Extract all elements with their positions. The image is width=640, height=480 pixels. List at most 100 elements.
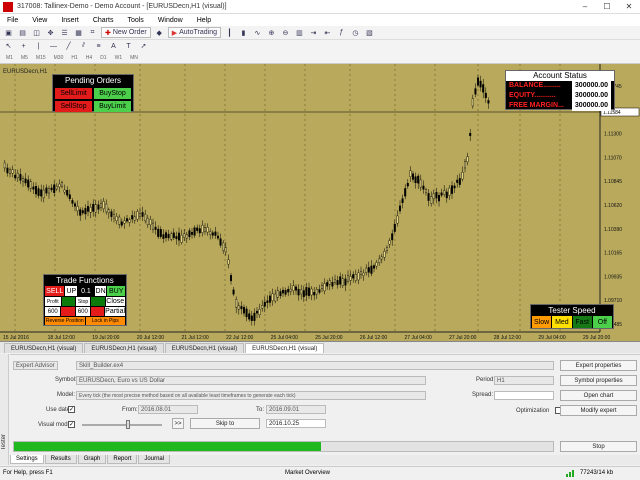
menu-help[interactable]: Help [190, 17, 218, 24]
timeframe-m5[interactable]: M5 [18, 55, 31, 61]
tab-graph[interactable]: Graph [77, 455, 107, 464]
skip-to-button[interactable]: Skip to [190, 418, 260, 429]
price-chart[interactable]: 1.117451.115251.113001.110701.108451.106… [0, 64, 640, 342]
expert-select[interactable]: Skill_Builder.ex4 [76, 361, 554, 370]
zoom-in-icon[interactable]: ⊕ [266, 27, 277, 38]
period-select[interactable]: H1 [494, 376, 554, 385]
menu-tools[interactable]: Tools [120, 17, 150, 24]
visual-speed-slider-thumb[interactable] [126, 420, 130, 429]
market-overview-status[interactable]: Market Overview [285, 470, 330, 476]
chart-tab-1[interactable]: EURUSDecn,H1 (visual) [4, 343, 84, 353]
tester-icon[interactable]: ⌗ [87, 27, 98, 38]
maximize-button[interactable]: ☐ [596, 0, 618, 14]
trendline-icon[interactable]: ╱ [63, 41, 74, 52]
speed-med-button[interactable]: Med [552, 316, 572, 328]
candle-chart-icon[interactable]: ▮ [238, 27, 249, 38]
menu-charts[interactable]: Charts [86, 17, 121, 24]
symbol-select[interactable]: EURUSDecn, Euro vs US Dollar [76, 376, 426, 385]
indicators-icon[interactable]: ƒ [336, 27, 347, 38]
lot-up-button[interactable]: UP [65, 286, 78, 296]
profit-up-button[interactable] [61, 297, 76, 306]
horizontal-line-icon[interactable]: — [48, 41, 59, 52]
vertical-line-icon[interactable]: | [33, 41, 44, 52]
use-date-checkbox[interactable]: ✓ [68, 406, 75, 413]
stop-button[interactable]: Stop [560, 441, 637, 452]
pause-button[interactable]: >> [172, 418, 184, 429]
expert-properties-button[interactable]: Expert properties [560, 360, 637, 371]
chart-tab-2[interactable]: EURUSDecn,H1 (visual) [84, 343, 164, 353]
menu-view[interactable]: View [25, 17, 54, 24]
periods-icon[interactable]: ◷ [350, 27, 361, 38]
lot-down-button[interactable]: DN [94, 286, 107, 296]
symbol-properties-button[interactable]: Symbol properties [560, 375, 637, 386]
label-icon[interactable]: T [123, 41, 134, 52]
crosshair-icon[interactable]: + [18, 41, 29, 52]
timeframe-m1[interactable]: M1 [3, 55, 16, 61]
buy-stop-button[interactable]: BuyStop [94, 88, 131, 99]
timeframe-mn[interactable]: MN [127, 55, 141, 61]
profit-value[interactable]: 600 [45, 307, 61, 316]
timeframe-m15[interactable]: M15 [33, 55, 49, 61]
new-chart-icon[interactable]: ▣ [3, 27, 14, 38]
speed-off-button[interactable]: Off [592, 316, 612, 328]
fibonacci-icon[interactable]: ≡ [93, 41, 104, 52]
stop-down-button[interactable] [90, 307, 105, 316]
close-button[interactable]: ✕ [618, 0, 640, 14]
timeframe-w1[interactable]: W1 [112, 55, 126, 61]
tab-journal[interactable]: Journal [138, 455, 171, 464]
profiles-icon[interactable]: ▤ [17, 27, 28, 38]
chart-tab-4[interactable]: EURUSDecn,H1 (visual) [245, 343, 325, 353]
menu-insert[interactable]: Insert [54, 17, 86, 24]
menu-file[interactable]: File [0, 17, 25, 24]
sell-limit-button[interactable]: SellLimit [55, 88, 92, 99]
speed-slow-button[interactable]: Slow [532, 316, 552, 328]
sell-button[interactable]: SELL [45, 286, 65, 296]
minimize-button[interactable]: – [574, 0, 596, 14]
channel-icon[interactable]: ⫽ [78, 41, 89, 52]
spread-input[interactable] [494, 391, 554, 400]
tester-mode-select[interactable]: Expert Advisor [13, 361, 58, 370]
close-button-trade[interactable]: Close [105, 297, 125, 306]
buy-limit-button[interactable]: BuyLimit [94, 101, 131, 112]
timeframe-m30[interactable]: M30 [51, 55, 67, 61]
reverse-position-button[interactable]: Reverse Position [45, 317, 85, 325]
chart-shift-icon[interactable]: ⇤ [322, 27, 333, 38]
tab-report[interactable]: Report [107, 455, 138, 464]
metaeditor-icon[interactable]: ◆ [154, 27, 165, 38]
line-chart-icon[interactable]: ∿ [252, 27, 263, 38]
data-window-icon[interactable]: ✥ [45, 27, 56, 38]
visual-mode-checkbox[interactable]: ✓ [68, 421, 75, 428]
sell-stop-button[interactable]: SellStop [55, 101, 92, 112]
new-order-button[interactable]: ✚ New Order [101, 27, 151, 38]
visual-speed-slider[interactable] [82, 424, 162, 426]
zoom-out-icon[interactable]: ⊖ [280, 27, 291, 38]
chart-tab-3[interactable]: EURUSDecn,H1 (visual) [164, 343, 245, 353]
tile-windows-icon[interactable]: ▥ [294, 27, 305, 38]
timeframe-h1[interactable]: H1 [68, 55, 80, 61]
arrows-icon[interactable]: ➚ [138, 41, 149, 52]
timeframe-d1[interactable]: D1 [97, 55, 109, 61]
lot-size-value[interactable]: 0.1 [78, 286, 94, 296]
bar-chart-icon[interactable]: ┃ [224, 27, 235, 38]
stop-up-button[interactable] [90, 297, 105, 306]
menu-window[interactable]: Window [151, 17, 190, 24]
market-watch-icon[interactable]: ◫ [31, 27, 42, 38]
speed-fast-button[interactable]: Fast [572, 316, 592, 328]
templates-icon[interactable]: ▧ [364, 27, 375, 38]
tab-results[interactable]: Results [44, 455, 77, 464]
modify-expert-button[interactable]: Modify expert [560, 405, 637, 416]
terminal-icon[interactable]: ▦ [73, 27, 84, 38]
model-select[interactable]: Every tick (the most precise method base… [76, 391, 426, 400]
stop-value[interactable]: 600 [76, 307, 90, 316]
cursor-icon[interactable]: ↖ [3, 41, 14, 52]
timeframe-h4[interactable]: H4 [83, 55, 95, 61]
partial-close-button[interactable]: Partial [105, 307, 126, 316]
from-date-input[interactable]: 2016.08.01 [138, 405, 198, 414]
tab-settings[interactable]: Settings [10, 455, 44, 464]
skip-to-date-input[interactable]: 2016.10.25 [266, 419, 326, 428]
to-date-input[interactable]: 2016.09.01 [266, 405, 326, 414]
open-chart-button[interactable]: Open chart [560, 390, 637, 401]
text-icon[interactable]: A [108, 41, 119, 52]
autoscroll-icon[interactable]: ⇥ [308, 27, 319, 38]
lock-in-pips-button[interactable]: Lock in Pips [85, 317, 125, 325]
